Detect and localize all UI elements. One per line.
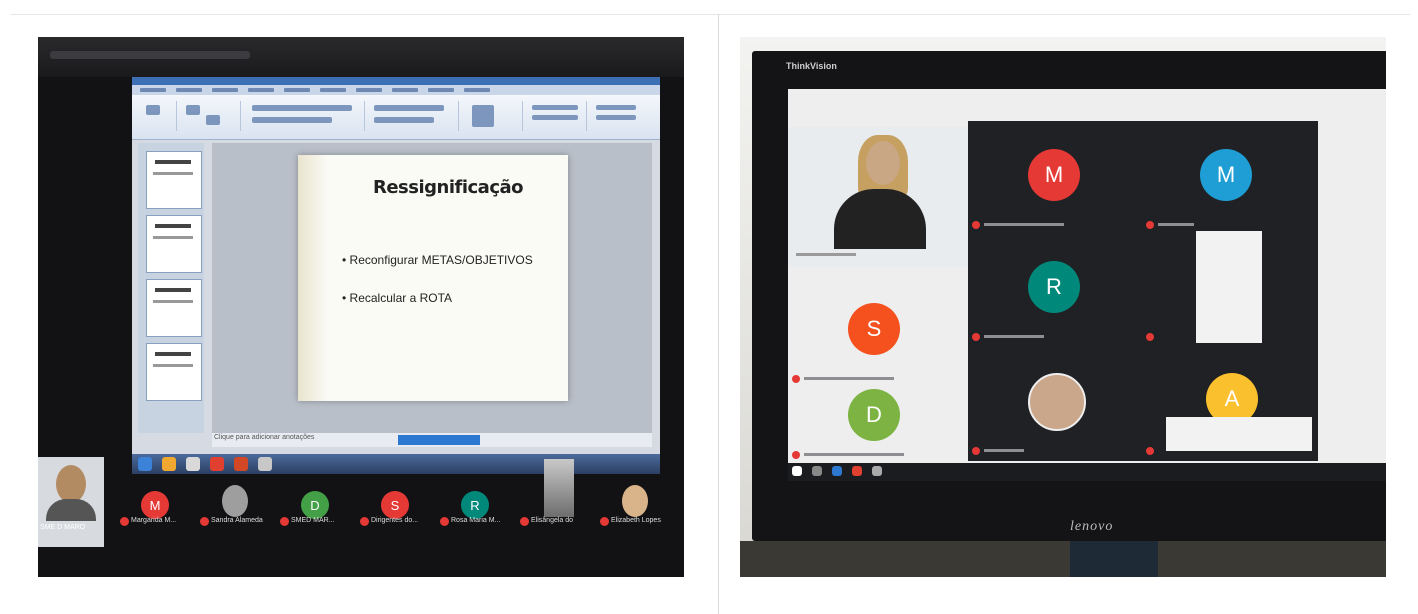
mic-off-icon bbox=[1146, 447, 1154, 455]
participant-tile[interactable]: Elizabeth Lopes bbox=[598, 457, 672, 547]
mic-off-icon bbox=[792, 451, 800, 459]
participant-avatar: D bbox=[301, 491, 329, 519]
participant-tile[interactable]: S Dirigentes do... bbox=[358, 457, 432, 547]
participant-name: SMED MAR... bbox=[291, 517, 335, 524]
participant-photo bbox=[622, 485, 648, 517]
mic-off-icon bbox=[1146, 333, 1154, 341]
participant-name: Elizabeth Lopes bbox=[611, 517, 661, 524]
presenter-video[interactable] bbox=[788, 127, 968, 267]
mic-off-icon bbox=[280, 517, 289, 526]
photo-divider bbox=[718, 14, 719, 614]
mic-off-icon bbox=[440, 517, 449, 526]
ppt-titlebar bbox=[132, 77, 660, 85]
left-photo-screen: Ressignificação Reconfigurar METAS/OBJET… bbox=[38, 37, 684, 577]
mic-off-icon bbox=[200, 517, 209, 526]
share-banner-button[interactable] bbox=[398, 435, 480, 445]
participant-name: Sandra Alameda bbox=[211, 517, 263, 524]
participant-tile[interactable]: SME D MARO bbox=[38, 457, 104, 547]
monitor-screen: M M R A S D bbox=[788, 89, 1386, 465]
notes-placeholder: Clique para adicionar anotações bbox=[214, 434, 315, 441]
desk bbox=[740, 541, 1386, 577]
participant-tile[interactable]: Sandra Alameda bbox=[198, 457, 272, 547]
monitor-stand bbox=[1070, 541, 1158, 577]
slide-title: Ressignificação bbox=[372, 177, 524, 198]
participant-name bbox=[984, 335, 1044, 338]
ppt-ribbon[interactable] bbox=[132, 95, 660, 140]
chrome-icon[interactable] bbox=[852, 466, 862, 476]
participant-name bbox=[1158, 223, 1194, 226]
current-slide: Ressignificação Reconfigurar METAS/OBJET… bbox=[298, 155, 568, 401]
participant-name: Rosa Maria M... bbox=[451, 517, 501, 524]
slide-thumbnails[interactable] bbox=[138, 143, 204, 433]
powerpoint-window: Ressignificação Reconfigurar METAS/OBJET… bbox=[132, 77, 660, 454]
mic-off-icon bbox=[972, 333, 980, 341]
app-icon[interactable] bbox=[832, 466, 842, 476]
presenter-name bbox=[796, 253, 856, 256]
slide-canvas: Ressignificação Reconfigurar METAS/OBJET… bbox=[212, 143, 652, 433]
search-icon[interactable] bbox=[812, 466, 822, 476]
participant-tile[interactable]: R Rosa Maria M... bbox=[438, 457, 512, 547]
mic-off-icon bbox=[792, 375, 800, 383]
notes-pane[interactable]: Clique para adicionar anotações bbox=[212, 433, 652, 447]
participant-avatar[interactable]: S bbox=[848, 303, 900, 355]
participant-tile[interactable]: D SMED MAR... bbox=[278, 457, 352, 547]
mic-off-icon bbox=[1146, 221, 1154, 229]
participant-name bbox=[984, 223, 1064, 226]
participant-name: Dirigentes do... bbox=[371, 517, 419, 524]
monitor-brand-top: ThinkVision bbox=[786, 61, 837, 71]
participant-avatar[interactable]: D bbox=[848, 389, 900, 441]
participants-strip: SME D MARO M Margarida M... Sandra Alame… bbox=[38, 457, 684, 577]
participant-avatar: S bbox=[381, 491, 409, 519]
participant-video[interactable] bbox=[1196, 231, 1262, 343]
monitor-brand-bottom: lenovo bbox=[1070, 519, 1114, 534]
mic-off-icon bbox=[972, 447, 980, 455]
overlay-box bbox=[1166, 417, 1312, 451]
meeting-grid: M M R A bbox=[968, 121, 1318, 461]
mic-off-icon bbox=[600, 517, 609, 526]
participant-photo[interactable] bbox=[1028, 373, 1086, 431]
participant-name bbox=[804, 453, 904, 456]
windows-taskbar bbox=[788, 463, 1386, 481]
monitor: ThinkVision M M R A S D lenovo bbox=[752, 51, 1386, 541]
mic-off-icon bbox=[360, 517, 369, 526]
slide-bullet: Recalcular a ROTA bbox=[342, 291, 452, 305]
participant-avatar: M bbox=[141, 491, 169, 519]
participant-photo bbox=[222, 485, 248, 517]
participant-avatar[interactable]: M bbox=[1028, 149, 1080, 201]
mic-off-icon bbox=[972, 221, 980, 229]
participant-avatar[interactable]: M bbox=[1200, 149, 1252, 201]
participant-avatar: R bbox=[461, 491, 489, 519]
participant-name bbox=[804, 377, 894, 380]
participant-name bbox=[984, 449, 1024, 452]
participant-avatar[interactable]: R bbox=[1028, 261, 1080, 313]
participant-name: Margarida M... bbox=[131, 517, 177, 524]
participant-tile[interactable]: M Margarida M... bbox=[118, 457, 192, 547]
right-photo-monitor: ThinkVision M M R A S D lenovo bbox=[740, 37, 1386, 577]
participant-name: SME D MARO bbox=[40, 524, 86, 531]
participant-video bbox=[544, 459, 574, 517]
screen-bezel bbox=[38, 37, 684, 77]
app-icon[interactable] bbox=[872, 466, 882, 476]
slide-bullet: Reconfigurar METAS/OBJETIVOS bbox=[342, 253, 533, 267]
ppt-ribbon-tabs[interactable] bbox=[132, 85, 660, 95]
page-top-rule bbox=[10, 14, 1410, 15]
participant-name: Elisângela do bbox=[531, 517, 574, 524]
start-icon[interactable] bbox=[792, 466, 802, 476]
mic-off-icon bbox=[520, 517, 529, 526]
mic-off-icon bbox=[120, 517, 129, 526]
participant-tile[interactable]: Elisângela do bbox=[518, 457, 592, 547]
